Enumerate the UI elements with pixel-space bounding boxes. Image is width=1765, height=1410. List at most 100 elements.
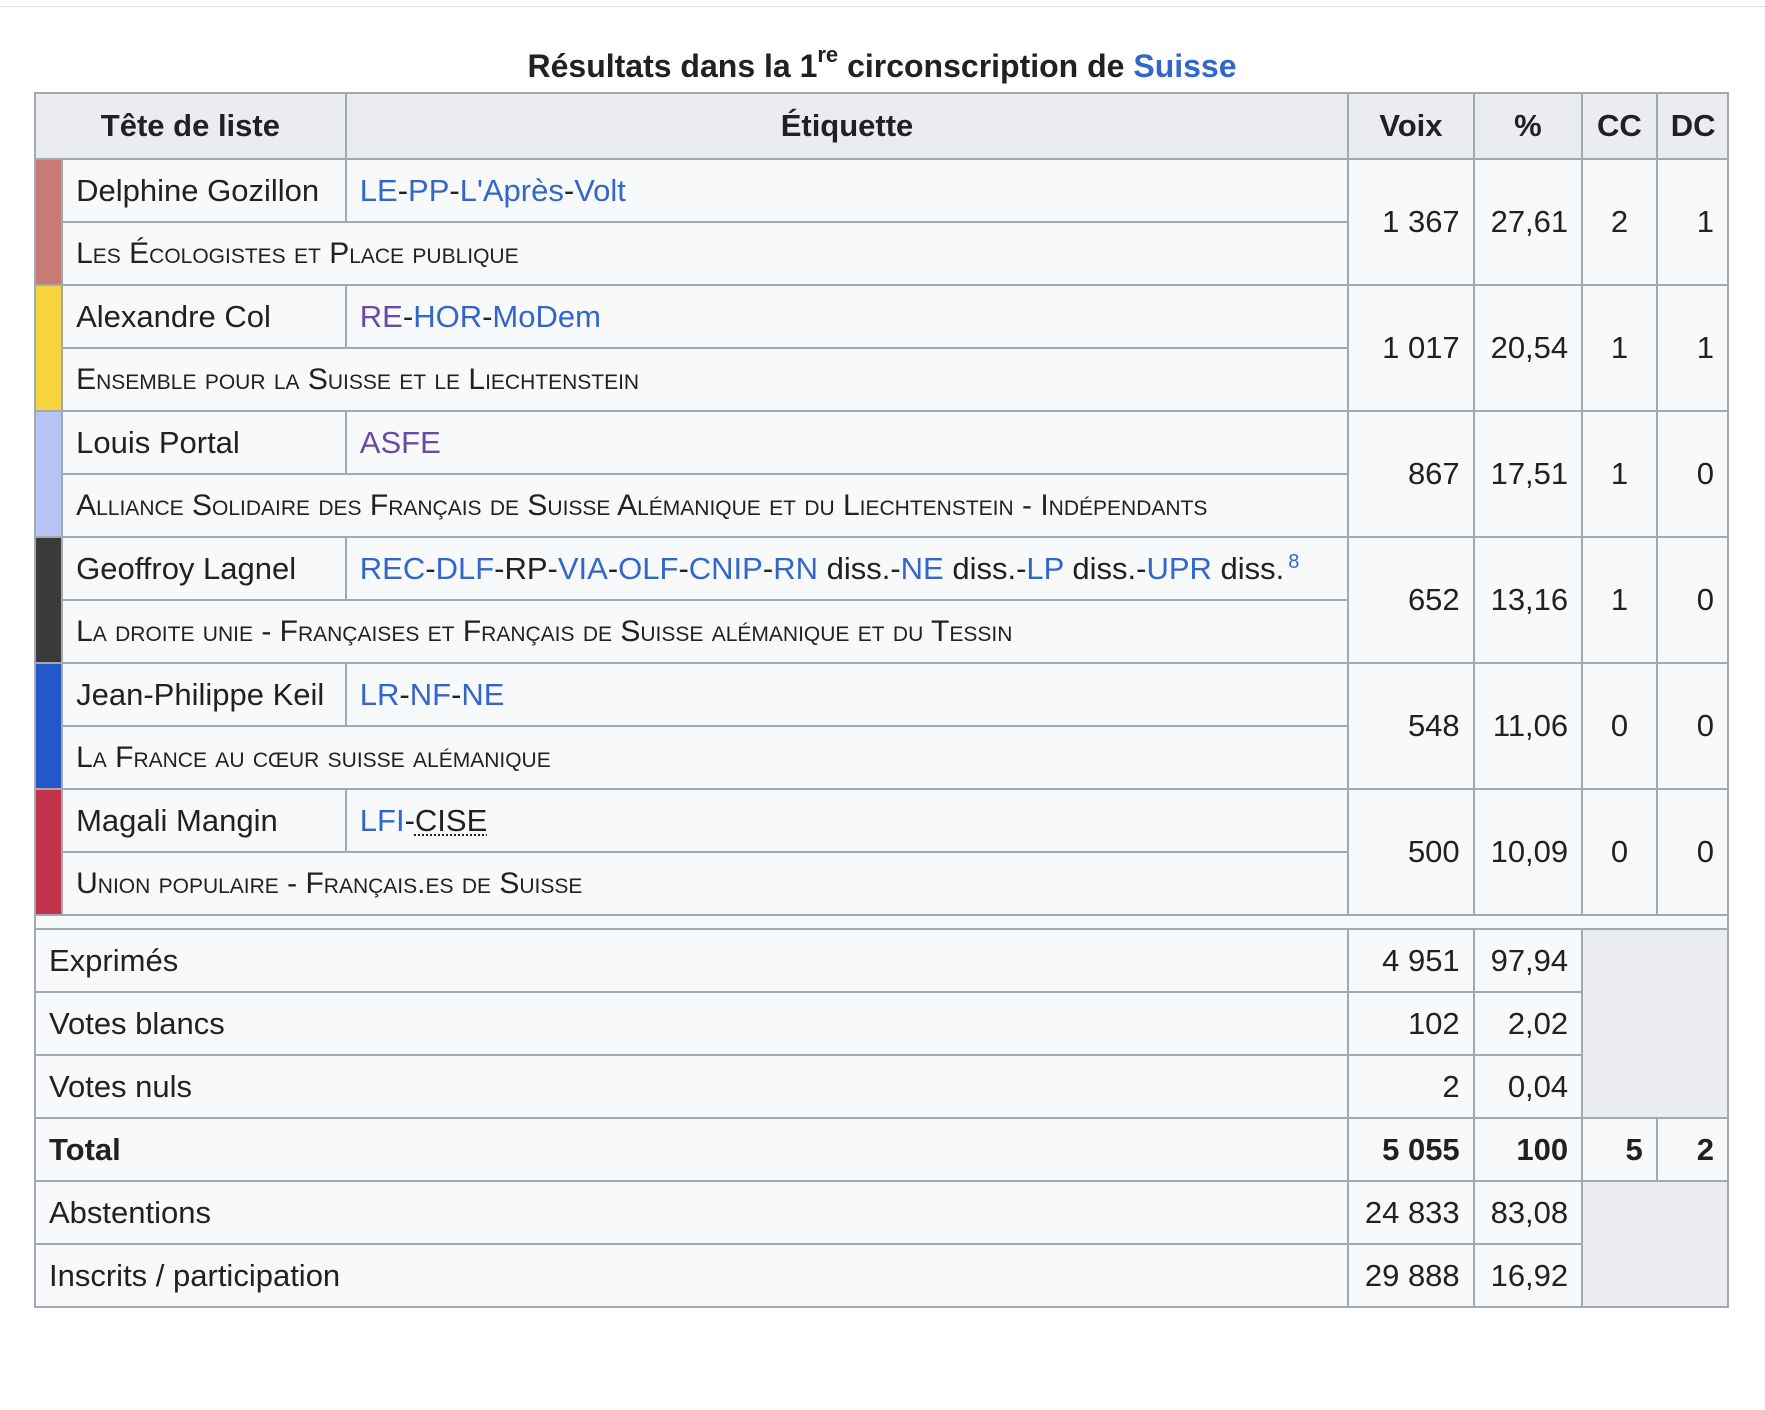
header-dc: DC — [1655, 92, 1730, 160]
party-link[interactable]: RN — [773, 551, 818, 586]
candidate-row: Delphine Gozillon LE-PP-L'Après-Volt 1 367… — [33, 158, 1730, 286]
summary-votes: 2 — [1347, 1054, 1475, 1119]
candidate-name: Jean-Philippe Keil — [61, 662, 347, 727]
votes-cell: 652 — [1347, 536, 1475, 664]
summary-pct: 83,08 — [1472, 1180, 1584, 1245]
dc-cell: 0 — [1655, 662, 1730, 790]
party-link[interactable]: NE — [901, 551, 944, 586]
party-separator: - — [404, 802, 415, 838]
summary-label: Inscrits / participation — [33, 1243, 1350, 1308]
dc-cell: 0 — [1655, 410, 1730, 538]
list-name: Union populaire - Français.es de Suisse — [61, 851, 1350, 916]
party-link[interactable]: ASFE — [360, 425, 441, 460]
party-link[interactable]: NF — [410, 677, 451, 712]
total-pct: 100 — [1472, 1117, 1584, 1182]
summary-label: Abstentions — [33, 1180, 1350, 1245]
dc-cell: 0 — [1655, 788, 1730, 916]
party-separator: diss.- — [943, 550, 1027, 586]
summary-pct: 0,04 — [1472, 1054, 1584, 1119]
party-label: LE-PP-L'Après-Volt — [344, 158, 1350, 223]
party-link[interactable]: CNIP — [689, 551, 763, 586]
party-link[interactable]: LP — [1026, 551, 1063, 586]
cc-cell: 2 — [1581, 158, 1658, 286]
party-color-swatch — [33, 284, 64, 412]
party-abbreviation: CISE — [414, 802, 488, 838]
candidate-row: Jean-Philippe Keil LR-NF-NE 548 11,06 0 0 — [33, 662, 1730, 790]
candidate-name: Geoffroy Lagnel — [61, 536, 347, 601]
party-link[interactable]: DLF — [436, 551, 495, 586]
summary-rows: Exprimés 4 951 97,94 Votes blancs 102 2,… — [33, 914, 1730, 1308]
party-separator: - — [563, 172, 575, 208]
summary-votes: 29 888 — [1347, 1243, 1475, 1308]
candidate-row: Louis Portal ASFE 867 17,51 1 0 — [33, 410, 1730, 538]
party-link[interactable]: PP — [408, 173, 449, 208]
party-link[interactable]: Volt — [574, 173, 626, 208]
party-label: ASFE — [344, 410, 1350, 475]
summary-label: Votes nuls — [33, 1054, 1350, 1119]
header-cc: CC — [1581, 92, 1658, 160]
party-link[interactable]: NE — [461, 677, 504, 712]
summary-row-total: Total 5 055 100 5 2 — [33, 1117, 1730, 1182]
candidate-name: Magali Mangin — [61, 788, 347, 853]
list-name: La droite unie - Françaises et Français … — [61, 599, 1350, 664]
party-separator: - — [397, 172, 409, 208]
party-color-swatch — [33, 788, 64, 916]
summary-label: Exprimés — [33, 928, 1350, 993]
party-separator: - — [425, 550, 436, 586]
header-label: Étiquette — [344, 92, 1350, 160]
party-separator: - — [762, 550, 774, 586]
summary-row-registered: Inscrits / participation 29 888 16,92 — [33, 1243, 1728, 1308]
cc-cell: 1 — [1581, 284, 1658, 412]
summary-empty-cell — [1581, 1180, 1729, 1308]
dc-cell: 1 — [1655, 284, 1730, 412]
caption-suisse-link[interactable]: Suisse — [1133, 48, 1236, 84]
total-cc: 5 — [1581, 1117, 1658, 1182]
total-label: Total — [33, 1117, 1350, 1182]
party-link[interactable]: L'Après — [460, 173, 564, 208]
pct-cell: 10,09 — [1472, 788, 1584, 916]
separator-row — [34, 914, 1729, 930]
votes-cell: 867 — [1347, 410, 1475, 538]
party-separator: -RP- — [494, 550, 558, 586]
candidate-row: Magali Mangin LFI-CISE 500 10,09 0 0 — [33, 788, 1730, 916]
total-dc: 2 — [1655, 1117, 1730, 1182]
party-color-swatch — [33, 536, 64, 664]
footnote-ref-link[interactable]: 8 — [1288, 551, 1299, 573]
summary-empty-cell — [1581, 928, 1729, 1119]
table-caption: Résultats dans la 1re circonscription de… — [35, 40, 1729, 92]
party-link[interactable]: LR — [360, 677, 400, 712]
party-link[interactable]: OLF — [618, 551, 678, 586]
candidate-row: Geoffroy Lagnel REC-DLF-RP-VIA-OLF-CNIP-R… — [33, 536, 1730, 664]
party-link[interactable]: LE — [360, 173, 398, 208]
caption-middle: circonscription de — [838, 48, 1134, 84]
party-separator: - — [402, 298, 414, 334]
party-link[interactable]: HOR — [413, 299, 482, 334]
summary-votes: 102 — [1347, 991, 1475, 1056]
dc-cell: 0 — [1655, 536, 1730, 664]
party-link[interactable]: UPR — [1146, 551, 1211, 586]
cc-cell: 0 — [1581, 788, 1658, 916]
party-separator: - — [451, 676, 462, 712]
summary-label: Votes blancs — [33, 991, 1350, 1056]
candidate-name: Louis Portal — [61, 410, 347, 475]
party-link[interactable]: VIA — [558, 551, 608, 586]
party-link[interactable]: LFI — [360, 803, 405, 838]
total-votes: 5 055 — [1347, 1117, 1475, 1182]
list-name: Alliance Solidaire des Français de Suiss… — [61, 473, 1350, 538]
party-link[interactable]: REC — [360, 551, 425, 586]
votes-cell: 548 — [1347, 662, 1475, 790]
party-separator: - — [449, 172, 460, 208]
votes-cell: 1 017 — [1347, 284, 1475, 412]
list-name: Les Écologistes et Place publique — [61, 221, 1350, 286]
candidate-name: Delphine Gozillon — [61, 158, 347, 223]
summary-votes: 4 951 — [1347, 928, 1475, 993]
candidate-rows: Delphine Gozillon LE-PP-L'Après-Volt 1 367… — [33, 158, 1730, 916]
summary-row-abstentions: Abstentions 24 833 83,08 — [33, 1180, 1729, 1308]
header-row: Tête de liste Étiquette Voix % CC DC — [34, 92, 1730, 160]
party-separator: diss.- — [1063, 550, 1147, 586]
pct-cell: 20,54 — [1472, 284, 1584, 412]
party-link[interactable]: RE — [360, 299, 403, 334]
cc-cell: 1 — [1581, 536, 1658, 664]
party-link[interactable]: MoDem — [492, 299, 601, 334]
party-separator: - — [678, 550, 689, 586]
